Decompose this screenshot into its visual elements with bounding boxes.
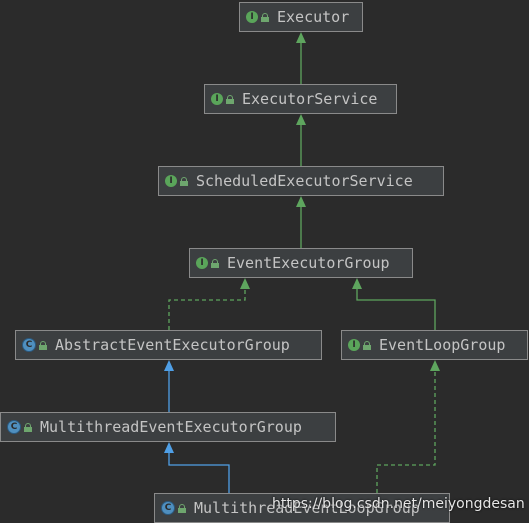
edge-multithread_event_loop_group-to-event_loop_group: [376, 370, 436, 493]
lock-icon: [261, 12, 269, 22]
node-label: ScheduledExecutorService: [196, 172, 413, 190]
node-label: ExecutorService: [242, 90, 378, 108]
interface-icon: I: [196, 257, 208, 269]
interface-icon: I: [246, 11, 258, 23]
edge-abstract_event_executor_group-to-event_executor_group: [168, 288, 246, 330]
edge-arrowhead: [352, 278, 362, 289]
edge-arrowhead: [240, 278, 250, 289]
node-label: EventExecutorGroup: [227, 254, 390, 272]
node-event-executor-group[interactable]: I EventExecutorGroup: [189, 248, 413, 278]
node-abstract-event-executor-group[interactable]: C AbstractEventExecutorGroup: [15, 330, 322, 360]
interface-icon: I: [211, 93, 223, 105]
lock-icon: [363, 340, 371, 350]
node-label: Executor: [277, 8, 350, 26]
lock-icon: [39, 340, 47, 350]
node-executor-service[interactable]: I ExecutorService: [204, 84, 397, 114]
edge-arrowhead: [164, 360, 174, 371]
node-executor[interactable]: I Executor: [239, 2, 363, 32]
watermark: https://blog.csdn.net/meiyongdesan: [272, 496, 525, 512]
node-multithread-event-executor-group[interactable]: C MultithreadEventExecutorGroup: [0, 412, 336, 442]
interface-icon: I: [165, 175, 177, 187]
lock-icon: [24, 422, 32, 432]
abstract-class-icon: C: [161, 501, 175, 515]
abstract-class-icon: C: [22, 338, 36, 352]
lock-icon: [211, 258, 219, 268]
edge-arrowhead: [164, 442, 174, 453]
edge-event_loop_group-to-event_executor_group: [356, 288, 436, 330]
node-label: AbstractEventExecutorGroup: [55, 336, 290, 354]
abstract-class-icon: C: [7, 420, 21, 434]
edge-multithread_event_loop_group-to-multithread_event_executor_group: [168, 452, 230, 493]
node-scheduled-executor-service[interactable]: I ScheduledExecutorService: [158, 166, 444, 196]
lock-icon: [226, 94, 234, 104]
edge-arrowhead: [296, 32, 306, 43]
lock-icon: [178, 503, 186, 513]
node-label: MultithreadEventExecutorGroup: [40, 418, 302, 436]
lock-icon: [180, 176, 188, 186]
edge-arrowhead: [296, 196, 306, 207]
node-event-loop-group[interactable]: I EventLoopGroup: [341, 330, 528, 360]
edge-arrowhead: [296, 114, 306, 125]
interface-icon: I: [348, 339, 360, 351]
node-label: EventLoopGroup: [379, 336, 506, 354]
edge-arrowhead: [430, 360, 440, 371]
